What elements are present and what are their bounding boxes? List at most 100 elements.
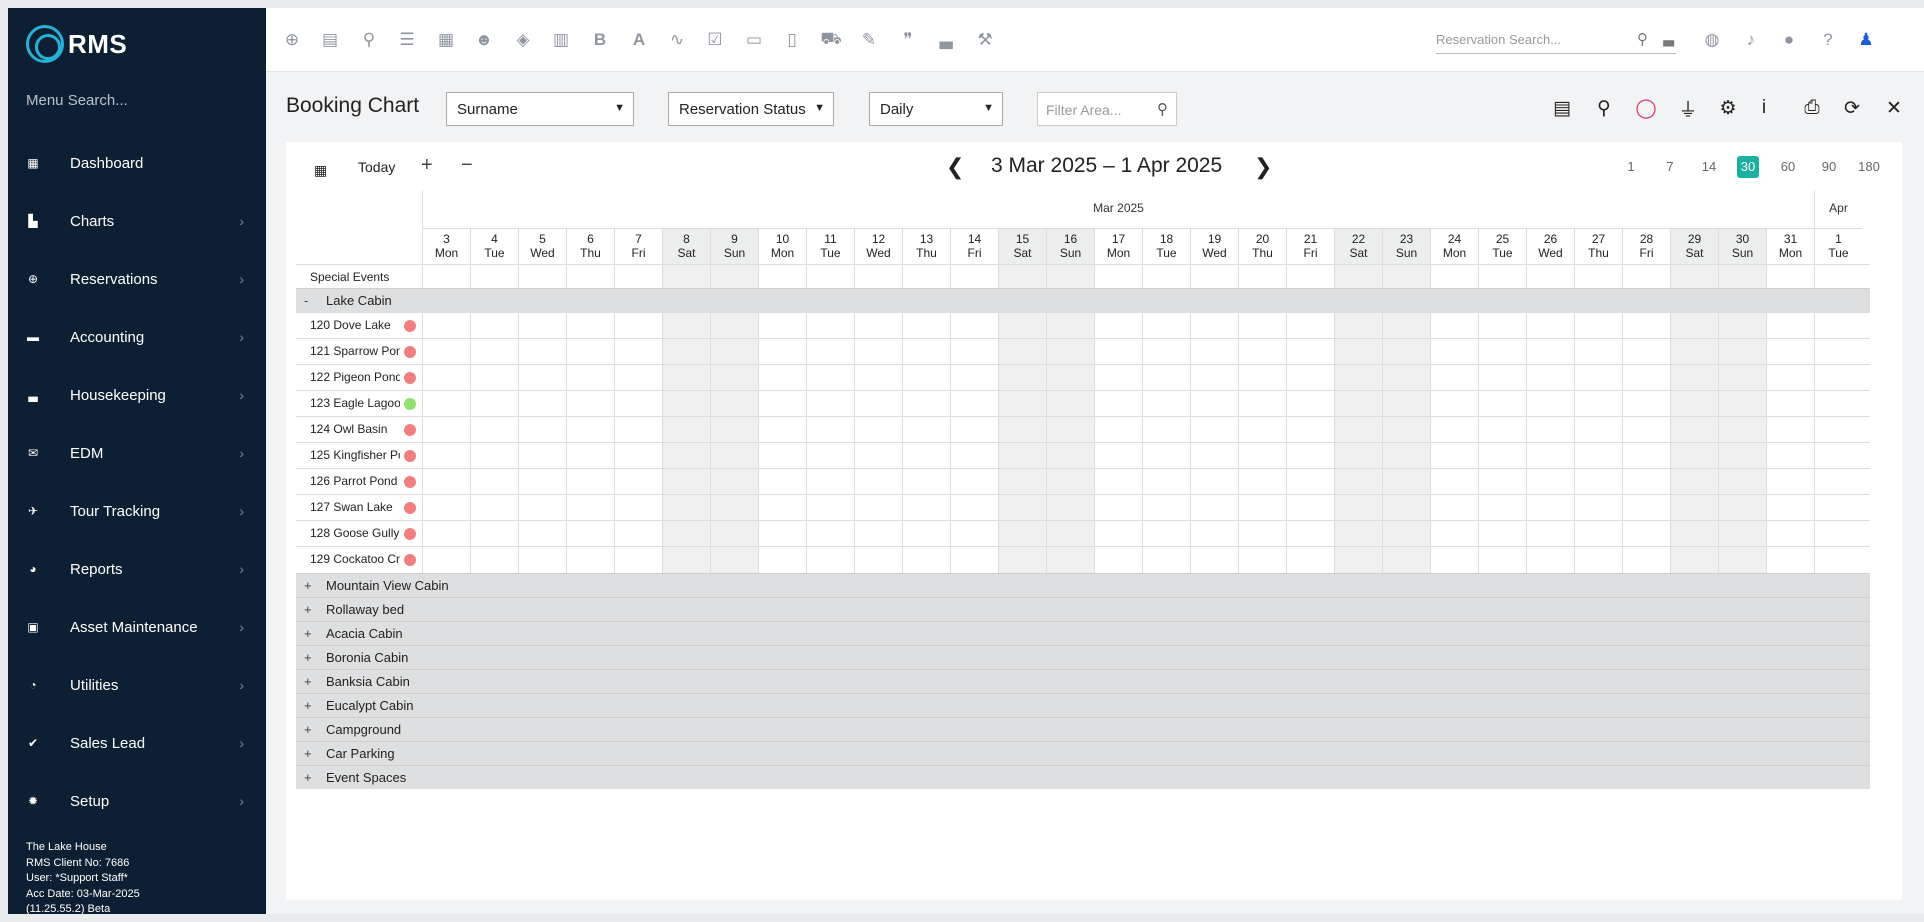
grid-cell[interactable]: [1334, 443, 1382, 469]
grid-cell[interactable]: [1334, 365, 1382, 391]
today-button[interactable]: Today: [358, 159, 395, 175]
grid-cell[interactable]: [1286, 521, 1334, 547]
grid-cell[interactable]: [1814, 339, 1862, 365]
sidebar-item-asset-maintenance[interactable]: ▣ Asset Maintenance ›: [8, 598, 266, 656]
grid-cell[interactable]: [1574, 521, 1622, 547]
grid-cell[interactable]: [1382, 443, 1430, 469]
grid-cell[interactable]: [1622, 365, 1670, 391]
grid-cell[interactable]: [806, 521, 854, 547]
grid-cell[interactable]: [1526, 469, 1574, 495]
zoom-14-days[interactable]: 14: [1698, 156, 1720, 178]
grid-cell[interactable]: [1430, 547, 1478, 573]
grid-cell[interactable]: [662, 313, 710, 339]
grid-cell[interactable]: [854, 495, 902, 521]
grid-cell[interactable]: [1238, 391, 1286, 417]
grid-cell[interactable]: [662, 339, 710, 365]
grid-cell[interactable]: [710, 521, 758, 547]
grid-cell[interactable]: [950, 469, 998, 495]
grid-cell[interactable]: [422, 469, 470, 495]
grid-cell[interactable]: [1046, 547, 1094, 573]
grid-cell[interactable]: [758, 313, 806, 339]
sidebar-item-reservations[interactable]: ⊕ Reservations ›: [8, 250, 266, 308]
grid-cell[interactable]: [1526, 391, 1574, 417]
grid-cell[interactable]: [1526, 417, 1574, 443]
grid-cell[interactable]: [854, 521, 902, 547]
grid-cell[interactable]: [1142, 365, 1190, 391]
document-icon[interactable]: ▯: [782, 30, 802, 50]
grid-cell[interactable]: [470, 521, 518, 547]
grid-cell[interactable]: [1190, 365, 1238, 391]
grid-cell[interactable]: [710, 495, 758, 521]
grid-cell[interactable]: [1334, 469, 1382, 495]
grid-cell[interactable]: [662, 443, 710, 469]
zoom-90-days[interactable]: 90: [1818, 156, 1840, 178]
gear-icon[interactable]: ⚙: [1716, 96, 1740, 120]
grid-cell[interactable]: [1478, 339, 1526, 365]
grid-cell[interactable]: [1766, 391, 1814, 417]
category-row-lake-cabin[interactable]: - Lake Cabin: [296, 288, 1870, 312]
grid-cell[interactable]: [566, 521, 614, 547]
search-icon[interactable]: ⚲: [1157, 100, 1168, 118]
rms-logo[interactable]: RMS: [26, 22, 127, 66]
grid-cell[interactable]: [1526, 339, 1574, 365]
grid-cell[interactable]: [470, 443, 518, 469]
grid-cell[interactable]: [1142, 495, 1190, 521]
grid-cell[interactable]: [758, 417, 806, 443]
grid-cell[interactable]: [1718, 365, 1766, 391]
grid-cell[interactable]: [1334, 339, 1382, 365]
grid-cell[interactable]: [1622, 521, 1670, 547]
grid-cell[interactable]: [902, 339, 950, 365]
grid-cell[interactable]: [854, 547, 902, 573]
grid-cell[interactable]: [662, 495, 710, 521]
grid-cell[interactable]: [902, 469, 950, 495]
grid-cell[interactable]: [806, 547, 854, 573]
hammer-icon[interactable]: ⚒: [975, 30, 995, 50]
grid-cell[interactable]: [950, 339, 998, 365]
grid-cell[interactable]: [662, 417, 710, 443]
grid-cell[interactable]: [518, 391, 566, 417]
grid-cell[interactable]: [806, 365, 854, 391]
grid-cell[interactable]: [518, 417, 566, 443]
grid-cell[interactable]: [758, 521, 806, 547]
quote-icon[interactable]: ❞: [898, 30, 918, 50]
grid-cell[interactable]: [1334, 521, 1382, 547]
grid-cell[interactable]: [470, 365, 518, 391]
grid-cell[interactable]: [1814, 443, 1862, 469]
user-icon[interactable]: ♟: [1856, 30, 1876, 50]
grid-cell[interactable]: [1718, 417, 1766, 443]
grid-cell[interactable]: [1526, 443, 1574, 469]
grid-cell[interactable]: [1382, 391, 1430, 417]
grid-cell[interactable]: [950, 365, 998, 391]
grid-cell[interactable]: [1478, 547, 1526, 573]
filter-area-input[interactable]: Filter Area... ⚲: [1037, 92, 1177, 126]
grid-cell[interactable]: [1334, 547, 1382, 573]
grid-cell[interactable]: [518, 339, 566, 365]
grid-cell[interactable]: [1718, 547, 1766, 573]
grid-cell[interactable]: [1238, 547, 1286, 573]
grid-cell[interactable]: [1766, 547, 1814, 573]
collapse-toggle[interactable]: -: [304, 293, 308, 308]
sort-select[interactable]: Surname ▼: [446, 92, 634, 126]
grid-cell[interactable]: [710, 313, 758, 339]
expand-toggle[interactable]: +: [304, 626, 312, 641]
grid-cell[interactable]: [1190, 469, 1238, 495]
grid-cell[interactable]: [1718, 443, 1766, 469]
grid-cell[interactable]: [1478, 521, 1526, 547]
grid-cell[interactable]: [1574, 339, 1622, 365]
view-select[interactable]: Daily ▼: [869, 92, 1003, 126]
grid-cell[interactable]: [1046, 443, 1094, 469]
grid-cell[interactable]: [1814, 391, 1862, 417]
grid-cell[interactable]: [662, 391, 710, 417]
grid-cell[interactable]: [1286, 417, 1334, 443]
grid-cell[interactable]: [1334, 313, 1382, 339]
grid-cell[interactable]: [614, 443, 662, 469]
grid-cell[interactable]: [902, 313, 950, 339]
search-icon[interactable]: ⚲: [359, 30, 379, 50]
expand-toggle[interactable]: +: [304, 698, 312, 713]
grid-cell[interactable]: [662, 521, 710, 547]
grid-cell[interactable]: [1094, 365, 1142, 391]
grid-cell[interactable]: [1478, 391, 1526, 417]
menu-search-input[interactable]: Menu Search...: [26, 92, 128, 109]
grid-cell[interactable]: [1382, 469, 1430, 495]
category-row[interactable]: + Acacia Cabin: [296, 621, 1870, 645]
